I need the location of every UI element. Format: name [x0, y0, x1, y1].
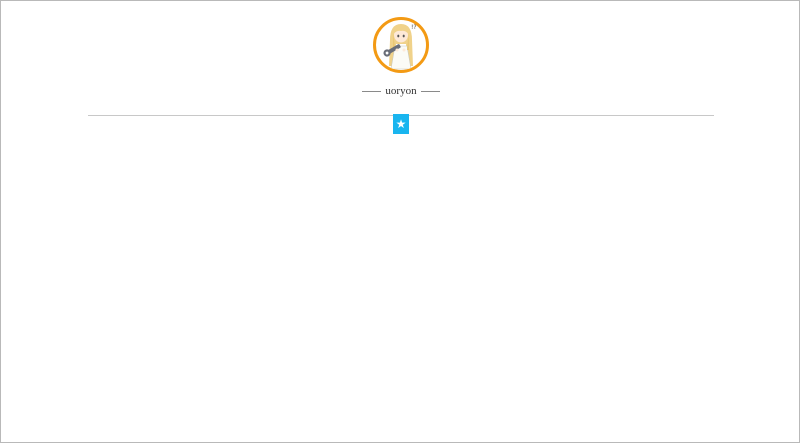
username[interactable]: uoryon — [385, 83, 416, 99]
username-row: uoryon — [1, 83, 800, 99]
svg-text:!?: !? — [411, 24, 417, 31]
page-frame: !? uoryon ★ — [0, 0, 800, 443]
avatar-anime-girl-icon: !? — [383, 24, 417, 70]
star-button[interactable]: ★ — [393, 114, 409, 134]
username-right-rule — [420, 90, 440, 92]
username-left-rule — [362, 90, 382, 92]
avatar[interactable]: !? — [373, 17, 429, 73]
star-icon: ★ — [395, 117, 407, 131]
